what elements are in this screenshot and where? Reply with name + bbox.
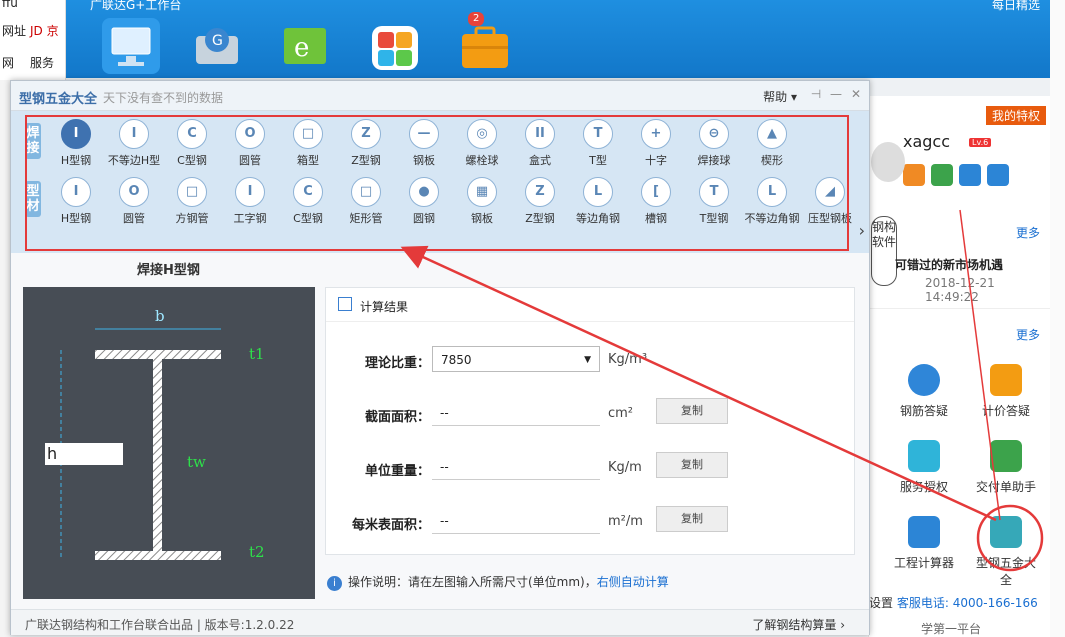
annotation-arrows: [400, 209, 1044, 572]
